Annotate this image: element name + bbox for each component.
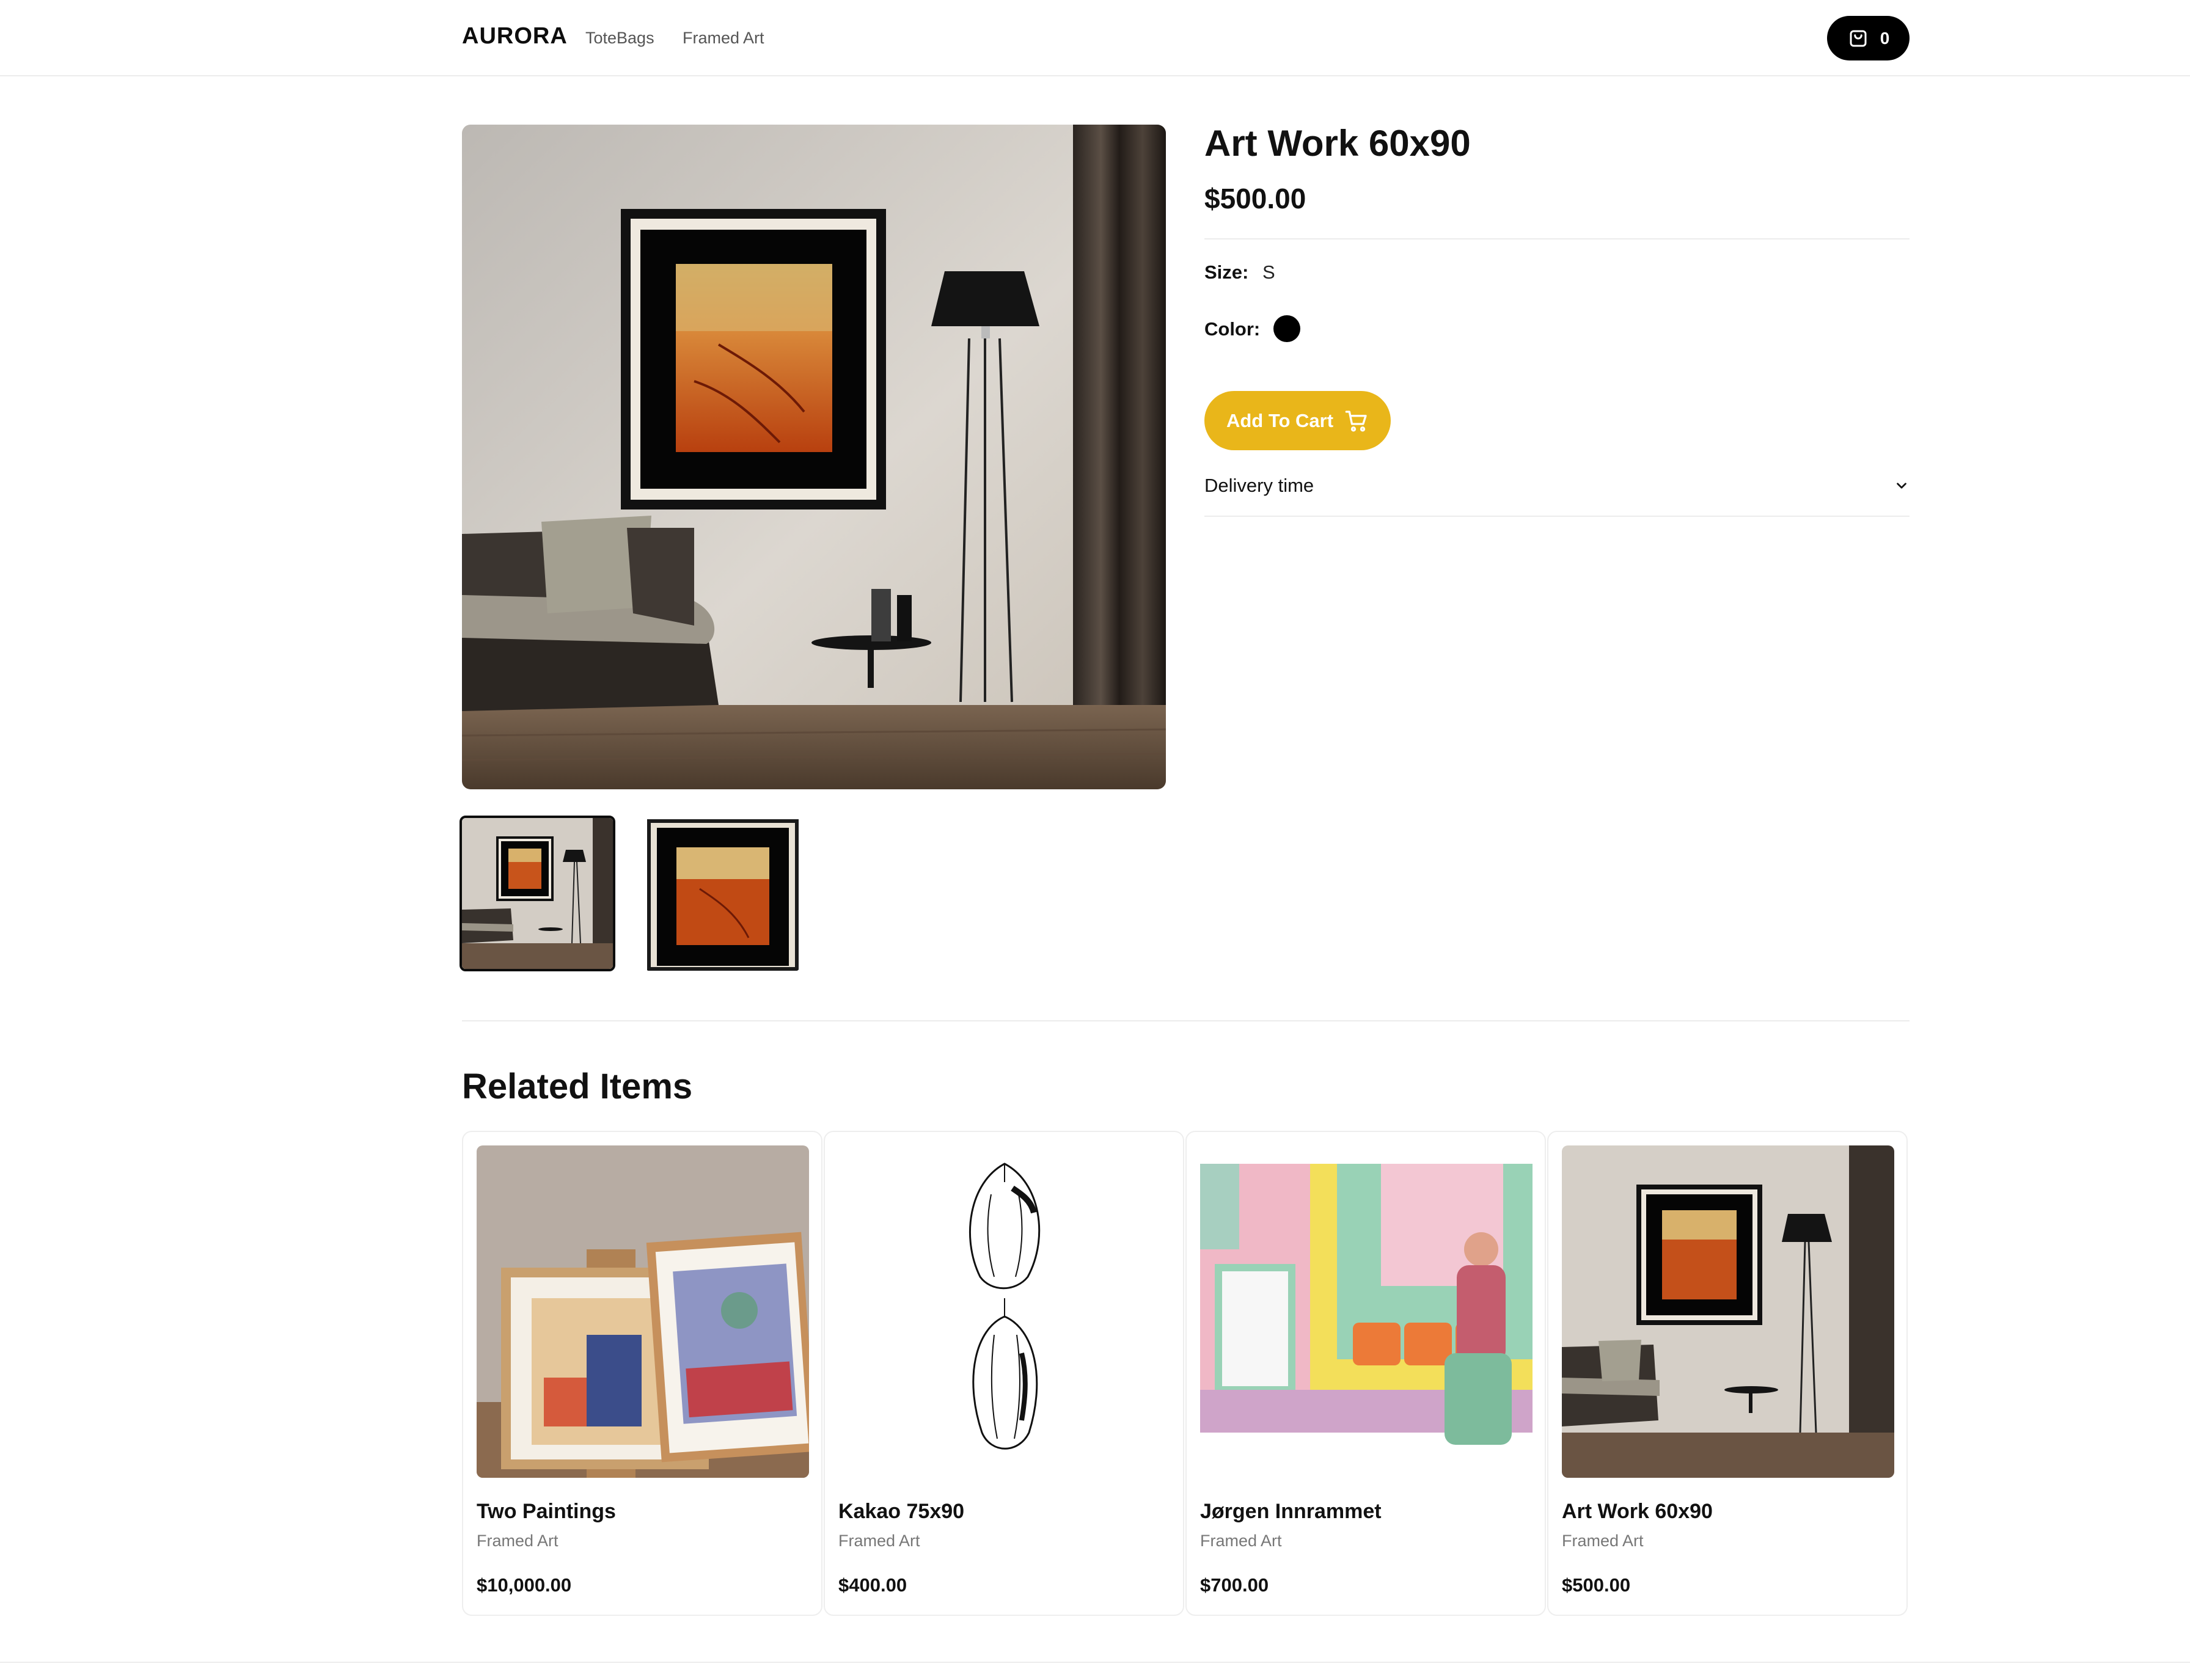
thumbnail-room-image	[462, 818, 613, 969]
related-item-image	[1562, 1145, 1894, 1478]
footer-divider	[0, 1662, 2190, 1663]
related-item-name: Art Work 60x90	[1562, 1500, 1713, 1523]
color-swatch-black[interactable]	[1273, 315, 1300, 342]
related-item-image	[1200, 1145, 1533, 1478]
related-item-price: $700.00	[1200, 1574, 1269, 1596]
related-item-card[interactable]: Jørgen Innrammet Framed Art $700.00	[1185, 1131, 1546, 1616]
cart-button[interactable]: 0	[1827, 16, 1910, 60]
two-paintings-image	[477, 1145, 809, 1478]
room-scene-image	[462, 125, 1166, 789]
delivery-time-accordion[interactable]: Delivery time	[1204, 470, 1910, 501]
thumbnail-room-scene[interactable]	[460, 816, 615, 971]
nav-link-framed-art[interactable]: Framed Art	[683, 29, 764, 48]
related-item-price: $400.00	[838, 1574, 907, 1596]
product-main-image	[462, 125, 1166, 789]
related-item-category: Framed Art	[1200, 1532, 1282, 1550]
related-item-image	[477, 1145, 809, 1478]
related-item-card[interactable]: Art Work 60x90 Framed Art $500.00	[1547, 1131, 1908, 1616]
related-item-card[interactable]: Two Paintings Framed Art $10,000.00	[462, 1131, 822, 1616]
thumbnail-frame-image	[645, 816, 800, 971]
product-price: $500.00	[1204, 183, 1306, 214]
kakao-drawing-image	[838, 1145, 1171, 1478]
related-item-category: Framed Art	[1562, 1532, 1644, 1550]
related-item-price: $10,000.00	[477, 1574, 572, 1596]
related-item-card[interactable]: Kakao 75x90 Framed Art $400.00	[824, 1131, 1184, 1616]
shopping-bag-icon	[1850, 30, 1867, 46]
related-item-name: Kakao 75x90	[838, 1500, 965, 1523]
color-label: Color:	[1204, 318, 1261, 340]
divider	[1204, 516, 1910, 517]
related-item-price: $500.00	[1562, 1574, 1631, 1596]
size-option-s[interactable]: S	[1262, 261, 1275, 283]
related-item-image	[838, 1145, 1171, 1478]
size-label: Size:	[1204, 261, 1249, 283]
add-to-cart-button[interactable]: Add To Cart	[1204, 391, 1391, 450]
add-to-cart-label: Add To Cart	[1226, 409, 1334, 431]
art-work-room-image	[1562, 1145, 1894, 1478]
related-items-title: Related Items	[462, 1067, 693, 1106]
related-item-name: Jørgen Innrammet	[1200, 1500, 1382, 1523]
delivery-time-label: Delivery time	[1204, 475, 1314, 496]
thumbnail-framed-art[interactable]	[645, 816, 800, 971]
cart-count: 0	[1880, 28, 1890, 48]
related-item-category: Framed Art	[477, 1532, 558, 1550]
cart-icon	[1345, 410, 1367, 431]
related-item-category: Framed Art	[838, 1532, 920, 1550]
divider	[1204, 238, 1910, 239]
site-logo[interactable]: AURORA	[462, 23, 568, 49]
nav-link-totebags[interactable]: ToteBags	[585, 29, 654, 48]
jorgen-illustration-image	[1200, 1145, 1533, 1478]
chevron-down-icon	[1897, 483, 1906, 489]
site-header: AURORA ToteBags Framed Art 0	[0, 0, 2190, 76]
related-item-name: Two Paintings	[477, 1500, 616, 1523]
product-title: Art Work 60x90	[1204, 123, 1471, 164]
section-divider	[462, 1020, 1910, 1021]
